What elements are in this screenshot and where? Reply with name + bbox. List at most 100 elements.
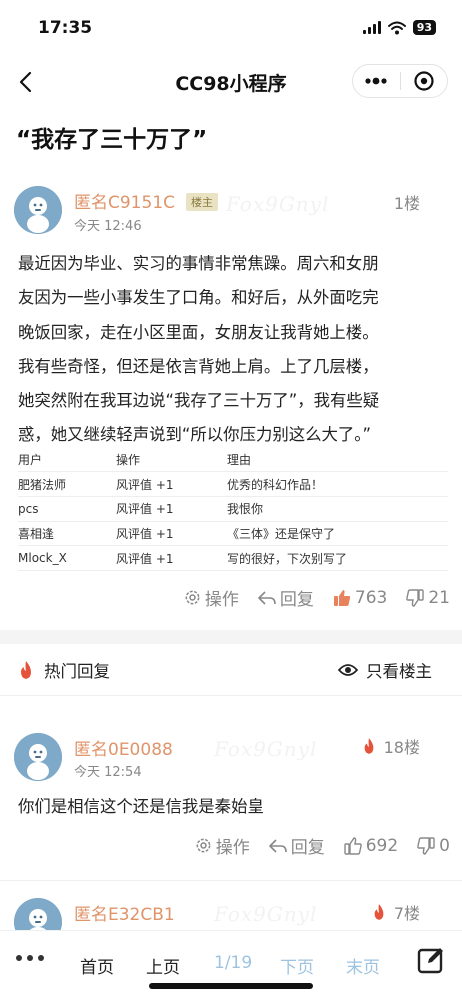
rating-header-user: 用户 [18,447,116,473]
rating-header-action: 操作 [116,447,227,473]
rating-row: 喜相逢 风评值 +1 《三体》还是保守了 [18,521,448,547]
rating-user[interactable]: pcs [18,496,116,522]
status-bar: 17:35 93 [0,0,462,56]
post-line: 最近因为毕业、实习的事情非常焦躁。周六和女朋 [18,254,379,273]
next-page-button[interactable]: 下页 [280,953,314,978]
only-host-toggle[interactable]: 只看楼主 [338,658,432,682]
gear-icon [196,838,211,853]
topic-title: “我存了三十万了” [16,127,208,153]
anonymous-avatar-icon [14,733,62,781]
rating-reason: 我恨你 [227,496,448,522]
like-button[interactable]: 763 [332,588,387,608]
author-name[interactable]: 匿名C9151C [74,188,175,213]
signal-icon [362,21,381,34]
rating-action: 风评值 +1 [116,496,227,522]
thumbs-down-icon [417,836,435,855]
post-line: 她突然附在我耳边说“我存了三十万了”，我有些疑 [18,391,380,411]
more-options-button[interactable] [353,65,400,97]
dot [27,955,33,961]
target-close-icon [414,71,434,91]
floor-number: 1楼 [393,194,420,213]
dislike-count: 21 [428,587,450,608]
operate-button[interactable]: 操作 [194,833,250,858]
post-time: 今天 12:46 [74,219,142,234]
reply-divider [0,880,462,881]
hot-floor: 18楼 [362,734,420,758]
thumbs-down-icon [406,588,425,607]
watermark: Fox9Gnyl [226,192,330,216]
operate-label: 操作 [204,590,239,610]
reply-button[interactable]: 回复 [268,833,325,858]
back-button[interactable] [14,68,40,96]
hot-replies-title: 热门回复 [18,658,110,682]
rating-table: 用户 操作 理由 肥猪法师 风评值 +1 优秀的科幻作品！ pcs 风评值 +1… [18,447,448,571]
more-dots-icon [365,77,387,85]
rating-row: pcs 风评值 +1 我恨你 [18,496,448,522]
section-divider [0,630,462,644]
rating-reason: 写的很好，下次别写了 [227,545,448,571]
reply-label: 回复 [279,590,314,610]
rating-reason: 《三体》还是保守了 [227,521,448,547]
reply-content: 你们是相信这个还是信我是秦始皇 [18,797,264,816]
avatar[interactable] [14,186,62,234]
reply-arrow-icon [258,590,276,605]
nav-bar: CC98小程序 [0,56,462,108]
rating-user[interactable]: Mlock_X [18,545,116,571]
edit-icon [417,948,443,974]
flame-icon [21,661,31,679]
like-button[interactable]: 692 [343,836,398,856]
operate-button[interactable]: 操作 [183,585,239,610]
watermark: Fox9Gnyl [214,737,318,761]
wifi-icon [387,21,406,34]
post-content: 最近因为毕业、实习的事情非常焦躁。周六和女朋 友因为一些小事发生了口角。和好后，… [18,247,448,453]
close-mini-program-button[interactable] [400,65,447,97]
watermark: Fox9Gnyl [214,902,318,926]
home-indicator [149,983,313,989]
avatar[interactable] [14,733,62,781]
status-icons: 93 [362,20,436,35]
post-line: 晚饭回家，走在小区里面，女朋友让我背她上楼。 [18,322,379,342]
post-line: 我有些奇怪，但还是依言背她上肩。上了几层楼， [18,356,379,376]
rating-header-reason: 理由 [227,447,448,473]
dot [38,955,44,961]
author-name[interactable]: 匿名0E0088 [74,735,173,760]
more-menu-button[interactable] [16,955,44,961]
last-page-button[interactable]: 末页 [346,953,380,978]
floor-number: 18楼 [383,738,420,757]
battery-indicator: 93 [412,20,436,35]
hot-replies-label: 热门回复 [44,662,110,681]
rating-user[interactable]: 肥猪法师 [18,471,116,497]
status-time: 17:35 [38,18,93,38]
like-count: 692 [365,835,399,856]
thumbs-up-icon [344,836,362,855]
thumbs-up-icon [333,589,351,606]
post-time: 今天 12:54 [74,765,142,780]
reply-button[interactable]: 回复 [257,585,314,610]
page-indicator[interactable]: 1/19 [214,953,252,973]
first-page-button[interactable]: 首页 [80,953,114,978]
chevron-left-icon [19,71,32,93]
reply-arrow-icon [268,838,287,853]
author-name[interactable]: 匿名E32CB1 [74,900,175,925]
eye-icon [338,664,358,676]
rating-reason: 优秀的科幻作品！ [227,471,448,497]
hot-replies-header: 热门回复 只看楼主 [0,644,462,696]
rating-action: 风评值 +1 [116,521,227,547]
rating-action: 风评值 +1 [116,471,227,497]
host-badge: 楼主 [186,193,218,211]
compose-button[interactable] [416,945,446,975]
rating-user[interactable]: 喜相逢 [18,521,116,547]
gear-icon [185,590,200,605]
dot [16,955,22,961]
rating-row: Mlock_X 风评值 +1 写的很好，下次别写了 [18,545,448,571]
mini-program-capsule [352,64,448,98]
prev-page-button[interactable]: 上页 [146,953,180,978]
operate-label: 操作 [215,838,250,858]
anonymous-avatar-icon [14,186,62,234]
flame-icon [374,904,384,920]
dislike-button[interactable]: 21 [405,588,450,608]
dislike-button[interactable]: 0 [416,836,450,856]
rating-row: 肥猪法师 风评值 +1 优秀的科幻作品！ [18,471,448,497]
reply-actions: 操作 回复 692 0 [194,833,450,858]
rating-header-row: 用户 操作 理由 [18,447,448,473]
